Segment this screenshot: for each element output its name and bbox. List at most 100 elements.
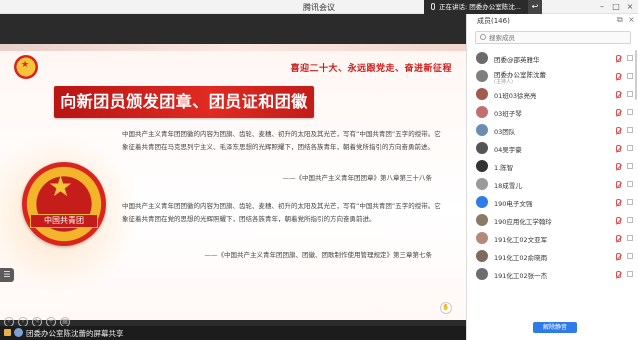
avatar [476, 124, 488, 136]
camera-off-icon[interactable] [627, 73, 633, 79]
mic-muted-icon[interactable] [616, 271, 621, 278]
mic-muted-icon[interactable] [616, 163, 621, 170]
microphone-icon [431, 3, 435, 10]
list-item[interactable]: 190电子文强 [467, 194, 638, 212]
slide-paragraph-2: 中国共产主义青年团团徽的内容为团旗、齿轮、麦穗、初升的太阳及其光芒，写有“中国共… [122, 202, 441, 223]
camera-off-icon[interactable] [627, 55, 633, 61]
member-name: 03班子琴 [494, 110, 522, 118]
camera-off-icon[interactable] [627, 271, 633, 277]
screen-share-label: 团委办公室陈沈蕾的屏幕共享 [26, 329, 124, 338]
member-name: 191化工02文亚军 [494, 236, 548, 244]
status-bar: 团委办公室陈沈蕾的屏幕共享 [0, 326, 466, 340]
avatar [476, 160, 488, 172]
youth-league-logo: ★ [14, 55, 38, 79]
slide-citation-1: ——《中国共产主义青年团团章》第八章第三十八条 [282, 174, 433, 182]
member-name: 190电子文强 [494, 200, 533, 208]
camera-off-icon[interactable] [627, 217, 633, 223]
list-item[interactable]: 18成雪儿 [467, 176, 638, 194]
member-name: 04吴宇豪 [494, 146, 522, 154]
avatar [476, 88, 488, 100]
member-list: 团委@邵英雅华 团委办公室陈沈蕾 (主持人) 01班03徐亮亮 03班子琴 03团… [467, 50, 638, 284]
app-title: 腾讯会议 [303, 3, 335, 12]
mic-muted-icon[interactable] [616, 145, 621, 152]
hand-icon[interactable]: ✋ [440, 302, 452, 314]
annotation-toolbar-toggle[interactable]: ☰ [0, 268, 14, 282]
minimize-button[interactable]: – [596, 1, 608, 12]
camera-off-icon[interactable] [627, 109, 633, 115]
avatar [476, 70, 488, 82]
member-name: 1.陈智 [494, 164, 514, 172]
camera-off-icon[interactable] [627, 163, 633, 169]
shared-screen: ★ 喜迎二十大、永远跟党走、奋进新征程 向新团员颁发团章、团员证和团徽 ★ 中国… [0, 14, 466, 327]
mic-muted-icon[interactable] [616, 217, 621, 224]
title-bar: 腾讯会议 – □ × [0, 0, 638, 14]
member-name: 190应用化工学翰玲 [494, 218, 552, 226]
members-panel: 成员(146) ⧉ × 团委@邵英雅华 团委办公室陈沈蕾(主持人) 01班03徐… [466, 14, 638, 340]
mic-muted-icon[interactable] [616, 181, 621, 188]
list-item[interactable]: 191化工02张一杰 [467, 266, 638, 284]
close-panel-icon[interactable]: × [628, 15, 635, 24]
mic-muted-icon[interactable] [616, 235, 621, 242]
avatar [476, 196, 488, 208]
list-item[interactable]: 04吴宇豪 [467, 140, 638, 158]
avatar [476, 52, 488, 64]
close-button[interactable]: × [624, 1, 636, 12]
share-icon [4, 329, 11, 336]
avatar [476, 268, 488, 280]
mic-muted-icon[interactable] [616, 55, 621, 62]
member-name: 03团队 [494, 128, 516, 136]
maximize-button[interactable]: □ [610, 1, 622, 12]
list-item[interactable]: 03团队 [467, 122, 638, 140]
list-item[interactable]: 1.陈智 [467, 158, 638, 176]
member-name: 18成雪儿 [494, 182, 522, 190]
search-input[interactable] [489, 33, 627, 43]
mic-muted-icon[interactable] [616, 127, 621, 134]
list-item[interactable]: 191化工02俞晓雨 [467, 248, 638, 266]
camera-off-icon[interactable] [627, 235, 633, 241]
avatar [476, 232, 488, 244]
emblem-ribbon-text: 中国共青团 [30, 214, 98, 228]
avatar [476, 178, 488, 190]
mic-muted-icon[interactable] [616, 199, 621, 206]
member-name: 191化工02俞晓雨 [494, 254, 548, 262]
mic-muted-icon[interactable] [616, 73, 621, 80]
camera-off-icon[interactable] [627, 199, 633, 205]
member-search[interactable] [475, 31, 631, 44]
camera-off-icon[interactable] [627, 181, 633, 187]
list-item[interactable]: 190应用化工学翰玲 [467, 212, 638, 230]
slide-title: 向新团员颁发团章、团员证和团徽 [60, 92, 308, 111]
camera-off-icon[interactable] [627, 145, 633, 151]
popout-icon[interactable]: ⧉ [617, 15, 623, 25]
mic-muted-icon[interactable] [616, 109, 621, 116]
list-item[interactable]: 01班03徐亮亮 [467, 86, 638, 104]
presentation-slide: ★ 喜迎二十大、永远跟党走、奋进新征程 向新团员颁发团章、团员证和团徽 ★ 中国… [0, 44, 466, 320]
speaking-text: 正在讲话: 团委办公室陈沈... [439, 3, 521, 11]
search-icon [480, 34, 486, 40]
list-item[interactable]: 191化工02文亚军 [467, 230, 638, 248]
member-name: 01班03徐亮亮 [494, 92, 537, 100]
avatar [476, 142, 488, 154]
mic-muted-icon[interactable] [616, 253, 621, 260]
members-title: 成员(146) [477, 17, 510, 25]
camera-off-icon[interactable] [627, 253, 633, 259]
camera-off-icon[interactable] [627, 127, 633, 133]
members-header: 成员(146) ⧉ × [467, 14, 638, 28]
camera-off-icon[interactable] [627, 91, 633, 97]
slide-slogan: 喜迎二十大、永远跟党走、奋进新征程 [290, 64, 452, 74]
return-icon[interactable]: ↩ [528, 0, 542, 14]
slide-paragraph-1: 中国共产主义青年团团徽的内容为团旗、齿轮、麦穗、初升的太阳及其光芒，写有“中国共… [122, 130, 441, 151]
avatar [14, 328, 23, 337]
list-item[interactable]: 团委@邵英雅华 [467, 50, 638, 68]
mic-muted-icon[interactable] [616, 91, 621, 98]
list-item[interactable]: 团委办公室陈沈蕾 (主持人) [467, 68, 638, 86]
star-icon: ★ [48, 170, 74, 203]
slide-header-band [0, 44, 466, 51]
slide-controls: ‹ › ✎ + ▦ [4, 308, 74, 327]
host-badge: (主持人) [494, 79, 513, 85]
avatar [476, 214, 488, 226]
member-name: 191化工02张一杰 [494, 272, 548, 280]
unmute-all-button[interactable]: 解除静音 [533, 322, 577, 333]
list-item[interactable]: 03班子琴 [467, 104, 638, 122]
slide-citation-2: ——《中国共产主义青年团团旗、团徽、团歌制作使用管理规定》第三章第七条 [204, 251, 433, 259]
title-ribbon: 向新团员颁发团章、团员证和团徽 [54, 86, 314, 118]
